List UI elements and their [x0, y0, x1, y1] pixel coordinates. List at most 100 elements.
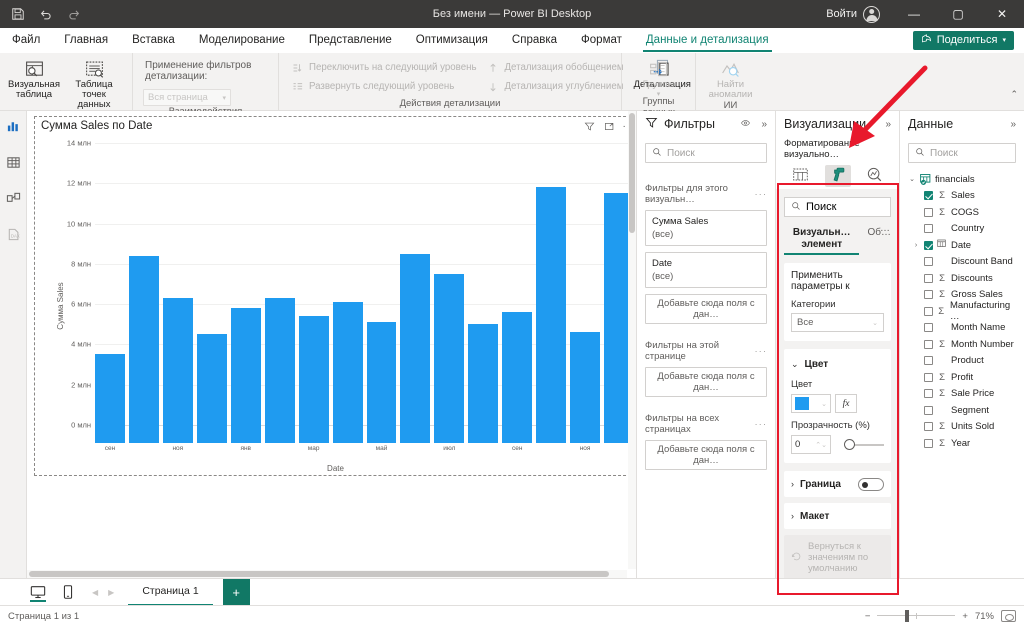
border-toggle[interactable] [858, 477, 884, 491]
section-layout[interactable]: › Макет [784, 503, 891, 529]
data-field-row[interactable]: Product [906, 353, 1018, 370]
focus-mode-icon[interactable] [603, 120, 615, 132]
drill-filter-select[interactable]: Вся страница ▾ [143, 89, 231, 106]
tab-format-visual[interactable] [824, 165, 851, 187]
chevron-right-icon[interactable]: › [912, 242, 920, 249]
chart-bar[interactable] [502, 312, 533, 443]
chart-bar[interactable] [536, 187, 567, 443]
filter-drop-zone[interactable]: Добавьте сюда поля с дан… [645, 294, 767, 324]
mobile-layout-icon[interactable] [58, 582, 78, 602]
canvas-vertical-scrollbar[interactable] [628, 111, 636, 569]
tab-visual-element[interactable]: Визуальн… элемент [784, 227, 860, 255]
scrollbar-thumb[interactable] [629, 113, 635, 233]
filter-icon[interactable] [583, 120, 595, 132]
chart-bar[interactable] [468, 324, 499, 443]
redo-icon[interactable] [67, 7, 81, 21]
field-checkbox[interactable] [924, 224, 933, 234]
field-checkbox[interactable] [924, 339, 933, 349]
drill-down-button[interactable]: Детализация углублением [487, 80, 624, 93]
more-options-icon[interactable]: … [880, 223, 891, 234]
zoom-in-button[interactable]: + [962, 611, 968, 622]
ribbon-tab-help[interactable]: Справка [500, 28, 569, 53]
field-checkbox[interactable] [924, 422, 933, 432]
data-point-table-button[interactable]: Таблица точек данных [66, 56, 122, 110]
save-icon[interactable] [11, 7, 25, 21]
rail-item-table-view[interactable] [2, 153, 24, 175]
undo-icon[interactable] [39, 7, 53, 21]
data-field-row[interactable]: Month Name [906, 320, 1018, 337]
field-checkbox[interactable] [924, 438, 933, 448]
minimize-button[interactable]: — [892, 0, 936, 28]
data-field-row[interactable]: Segment [906, 402, 1018, 419]
apply-settings-select[interactable]: Все ⌄ [791, 313, 884, 332]
data-field-row[interactable]: › Date [906, 237, 1018, 254]
collapse-pane-icon[interactable]: » [1010, 119, 1016, 130]
chart-bar[interactable] [128, 255, 159, 443]
visual-table-button[interactable]: Визуальная таблица [6, 56, 62, 100]
ribbon-tab-modeling[interactable]: Моделирование [187, 28, 297, 53]
field-checkbox[interactable] [924, 191, 933, 201]
maximize-button[interactable]: ▢ [936, 0, 980, 28]
data-field-row[interactable]: Σ Profit [906, 369, 1018, 386]
field-checkbox[interactable] [924, 372, 933, 382]
share-button[interactable]: Поделиться ▾ [912, 30, 1014, 50]
section-border[interactable]: › Граница [784, 471, 891, 497]
filter-card[interactable]: Date (все) [645, 252, 767, 288]
filter-drop-zone[interactable]: Добавьте сюда поля с дан… [645, 440, 767, 470]
switch-next-level-button[interactable]: Переключить на следующий уровень [291, 61, 477, 74]
zoom-out-button[interactable]: − [865, 611, 871, 622]
data-field-row[interactable]: Σ Sale Price [906, 386, 1018, 403]
color-section-header[interactable]: ⌄ Цвет [791, 356, 884, 372]
more-options-icon[interactable]: ··· [755, 189, 768, 200]
chart-bar[interactable] [230, 308, 261, 443]
field-checkbox[interactable] [924, 356, 933, 366]
data-field-row[interactable]: Country [906, 221, 1018, 238]
groups-button[interactable]: Группы ▾ [631, 56, 687, 100]
ribbon-tab-insert[interactable]: Вставка [120, 28, 187, 53]
field-checkbox[interactable] [924, 273, 933, 283]
field-checkbox[interactable] [924, 389, 933, 399]
data-field-row[interactable]: Σ Discounts [906, 270, 1018, 287]
chart-bar[interactable] [264, 297, 295, 443]
fit-to-page-icon[interactable] [1001, 610, 1016, 622]
chart-bar[interactable] [95, 354, 125, 443]
field-checkbox[interactable] [924, 207, 933, 217]
chevron-right-icon[interactable]: ▶ [108, 588, 114, 597]
chart-bar[interactable] [400, 253, 431, 443]
conditional-formatting-button[interactable]: fx [835, 394, 857, 413]
account-avatar-icon[interactable] [863, 5, 880, 23]
field-checkbox[interactable] [923, 306, 933, 316]
scrollbar-thumb[interactable] [29, 571, 609, 577]
ribbon-tab-view[interactable]: Представление [297, 28, 404, 53]
field-checkbox[interactable] [924, 290, 933, 300]
data-table-financials[interactable]: ⌄ financials [906, 171, 1018, 188]
filter-drop-zone[interactable]: Добавьте сюда поля с дан… [645, 367, 767, 397]
slider-knob[interactable] [905, 610, 910, 622]
more-options-icon[interactable]: ··· [755, 419, 768, 430]
ribbon-tab-file[interactable]: Файл [0, 28, 52, 53]
chart-bar[interactable] [332, 302, 363, 443]
transparency-slider[interactable] [841, 435, 884, 454]
filter-card[interactable]: Сумма Sales (все) [645, 210, 767, 246]
format-search-input[interactable]: Поиск [784, 197, 891, 217]
chart-bar[interactable] [162, 297, 193, 443]
ribbon-tab-format[interactable]: Формат [569, 28, 634, 53]
data-field-row[interactable]: Σ COGS [906, 204, 1018, 221]
data-search-input[interactable]: Поиск [908, 143, 1016, 163]
field-checkbox[interactable] [924, 240, 933, 250]
collapse-pane-icon[interactable]: » [885, 119, 891, 130]
close-button[interactable]: ✕ [980, 0, 1024, 28]
tab-build-visual[interactable] [788, 165, 814, 187]
color-picker-button[interactable]: ⌄ [791, 394, 831, 413]
page-tab-1[interactable]: Страница 1 [128, 579, 213, 606]
bar-chart-visual[interactable]: Сумма Sales по Date ··· Сумма Sales Date… [34, 116, 636, 476]
eye-icon[interactable] [739, 118, 752, 131]
visualizations-collapse[interactable]: » [885, 119, 891, 130]
chart-bar[interactable] [298, 316, 329, 443]
data-field-row[interactable]: Σ Manufacturing … [906, 300, 1018, 322]
tab-analytics[interactable] [862, 165, 888, 187]
transparency-stepper[interactable]: 0 ⌃⌄ [791, 435, 831, 454]
data-field-row[interactable]: Discount Band [906, 254, 1018, 271]
add-page-button[interactable]: + [222, 578, 250, 606]
field-checkbox[interactable] [924, 257, 933, 267]
